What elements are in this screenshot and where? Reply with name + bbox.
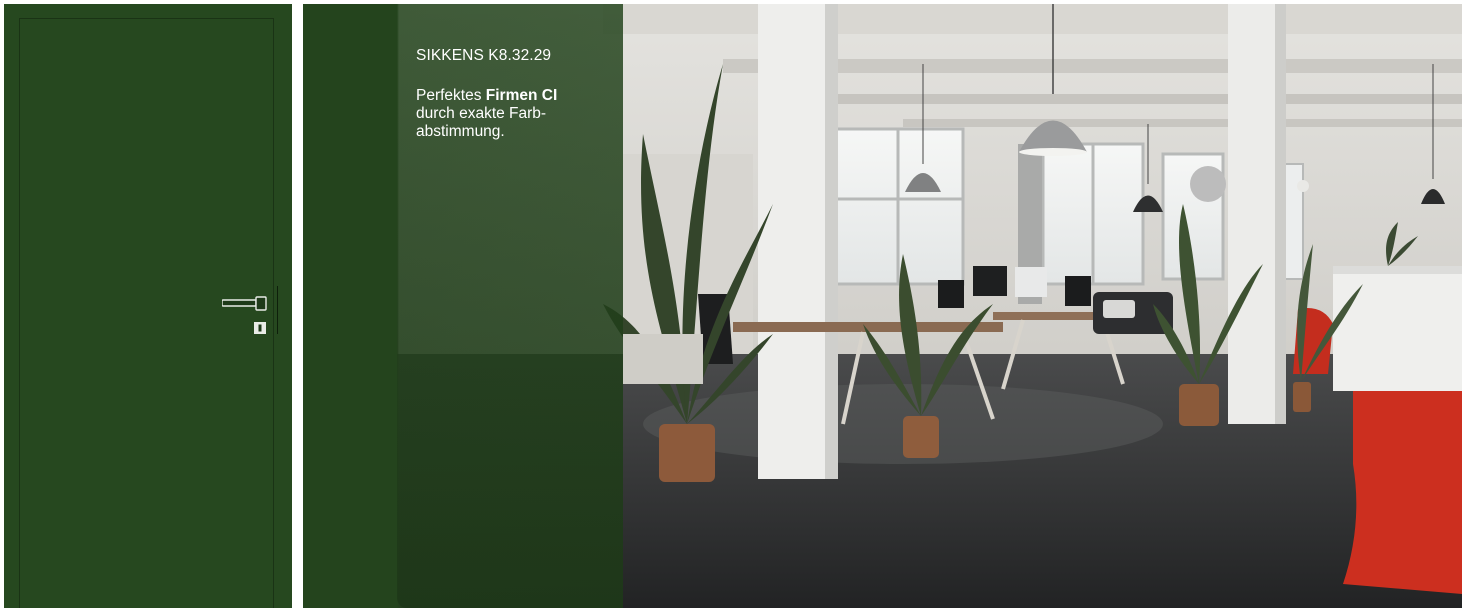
- door-edge: [277, 286, 278, 334]
- description-highlight: Firmen CI: [485, 87, 558, 104]
- color-description: Perfektes Firmen CI durch exakte Farb-abs…: [416, 87, 616, 141]
- description-line-3: abstimmung.: [416, 123, 505, 140]
- description-prefix: Perfektes: [416, 87, 486, 104]
- color-code: SIKKENS K8.32.29: [416, 47, 552, 64]
- door-preview: [4, 4, 292, 608]
- door-handle-icon: [222, 296, 267, 334]
- page-frame: SIKKENS K8.32.29 Perfektes Firmen CI durc…: [0, 0, 1462, 608]
- description-line-2: durch exakte Farb-: [416, 105, 547, 122]
- color-caption: SIKKENS K8.32.29 Perfektes Firmen CI durc…: [416, 47, 616, 141]
- keyhole-icon: [254, 322, 266, 334]
